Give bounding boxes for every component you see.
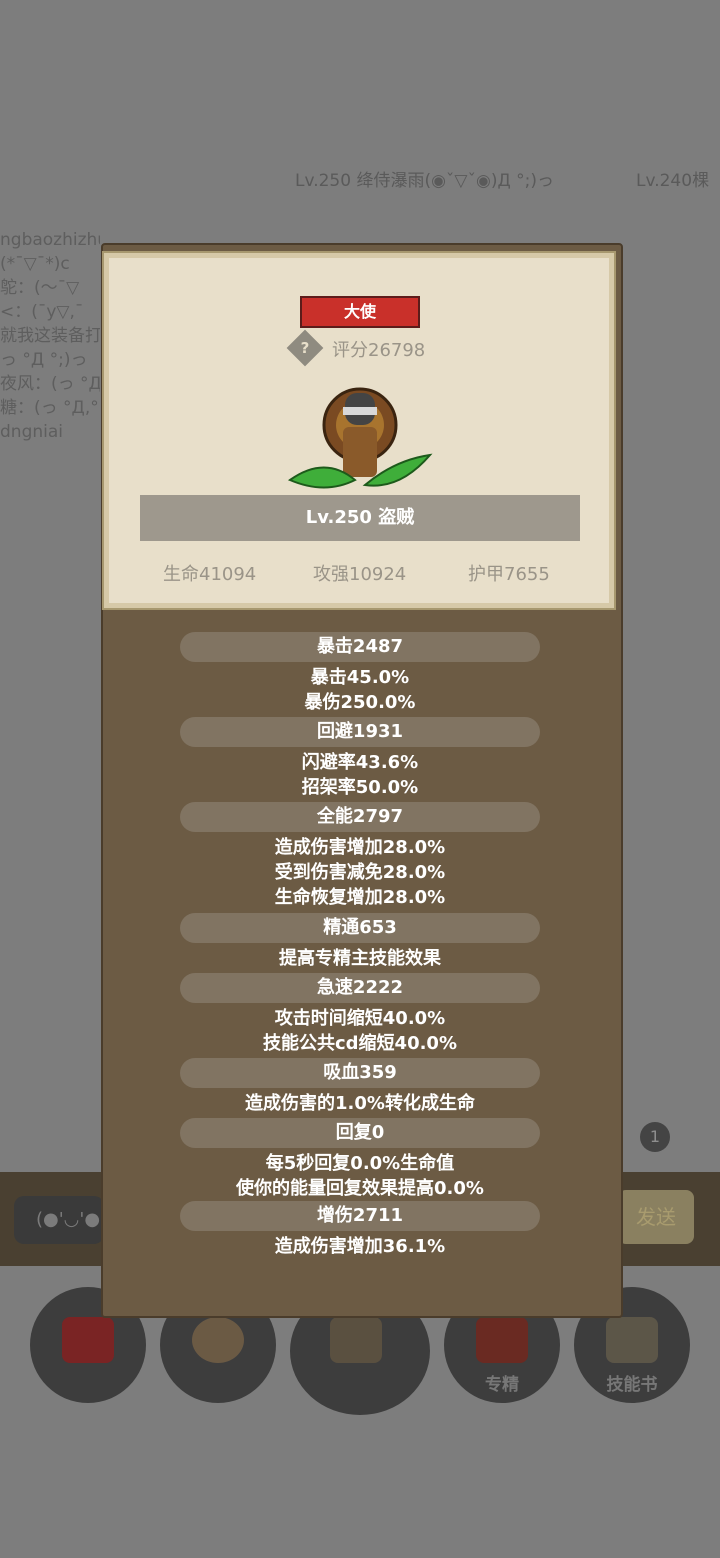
rank-entry-2: Lv.240棵 [636,171,710,191]
chat-line: 夜风：(っ °Д [0,374,100,394]
stat-header-dodge: 回避1931 [180,717,540,747]
stat-line: 招架率50.0% [301,777,419,798]
send-button[interactable]: 发送 [618,1190,694,1244]
stat-line: 暴击45.0% [310,667,410,688]
bread-icon [192,1317,244,1363]
rank-entry-1: Lv.250 绛侍瀑雨(◉ˇ▽ˇ◉)Д °;)っ [295,171,555,191]
chat-line: <：(¯y▽,¯ [0,302,84,322]
stat-line: 攻击时间缩短40.0% [274,1008,446,1029]
stat-line: 生命恢复增加28.0% [274,887,446,908]
title-tag: 大使 [300,296,420,328]
hero-figure [287,387,433,489]
stat-hp: 生命41094 [163,564,257,585]
chat-line: っ °Д °;)っ [0,350,88,370]
stat-header-lifesteal: 吸血359 [180,1058,540,1088]
specialization-icon [476,1317,528,1363]
stat-line: 暴伤250.0% [304,692,416,713]
skill-book-icon [606,1317,658,1363]
chest-icon [330,1317,382,1363]
stat-armor: 护甲7655 [468,564,550,585]
stat-header-regen: 回复0 [180,1118,540,1148]
stat-line: 受到伤害减免28.0% [274,862,446,883]
stat-line: 造成伤害增加36.1% [274,1236,446,1257]
specialization-label: 专精 [485,1375,519,1395]
stat-line: 使你的能量回复效果提高0.0% [236,1178,484,1199]
unread-badge: 1 [640,1122,670,1152]
stat-header-haste: 急速2222 [180,973,540,1003]
skill-book-label: 技能书 [606,1375,658,1395]
stat-header-crit: 暴击2487 [180,632,540,662]
chat-line: dngniai [0,422,63,442]
stat-header-mastery: 精通653 [180,913,540,943]
stat-line: 造成伤害的1.0%转化成生命 [245,1093,475,1114]
score-text: 评分26798 [332,340,426,361]
character-portrait [287,387,433,489]
potion-icon [62,1317,114,1363]
question-icon[interactable]: ? [286,329,324,367]
stat-header-versatility: 全能2797 [180,802,540,832]
chat-line: (*¯▽¯*)c [0,254,70,274]
stat-line: 技能公共cd缩短40.0% [262,1033,457,1054]
stat-line: 闪避率43.6% [301,752,419,773]
stat-line: 造成伤害增加28.0% [274,837,446,858]
chat-input-field[interactable]: (●'◡'● [14,1196,104,1244]
chat-log: ngbaozhizhu (*¯▽¯*)c 鸵：(～¯▽ <：(¯y▽,¯ 就我这… [0,228,100,444]
character-name: Lv.250 盗贼 [140,495,580,541]
chat-line: 就我这装备打 [0,326,100,346]
stat-header-damage-bonus: 增伤2711 [180,1201,540,1231]
chat-line: 鸵：(～¯▽ [0,278,80,298]
stat-line: 提高专精主技能效果 [279,948,441,969]
chat-line: ngbaozhizhu [0,230,100,250]
chat-line: 糖：(っ °Д,° [0,398,99,418]
stat-line: 每5秒回复0.0%生命值 [265,1153,455,1174]
stat-attack: 攻强10924 [313,564,407,585]
